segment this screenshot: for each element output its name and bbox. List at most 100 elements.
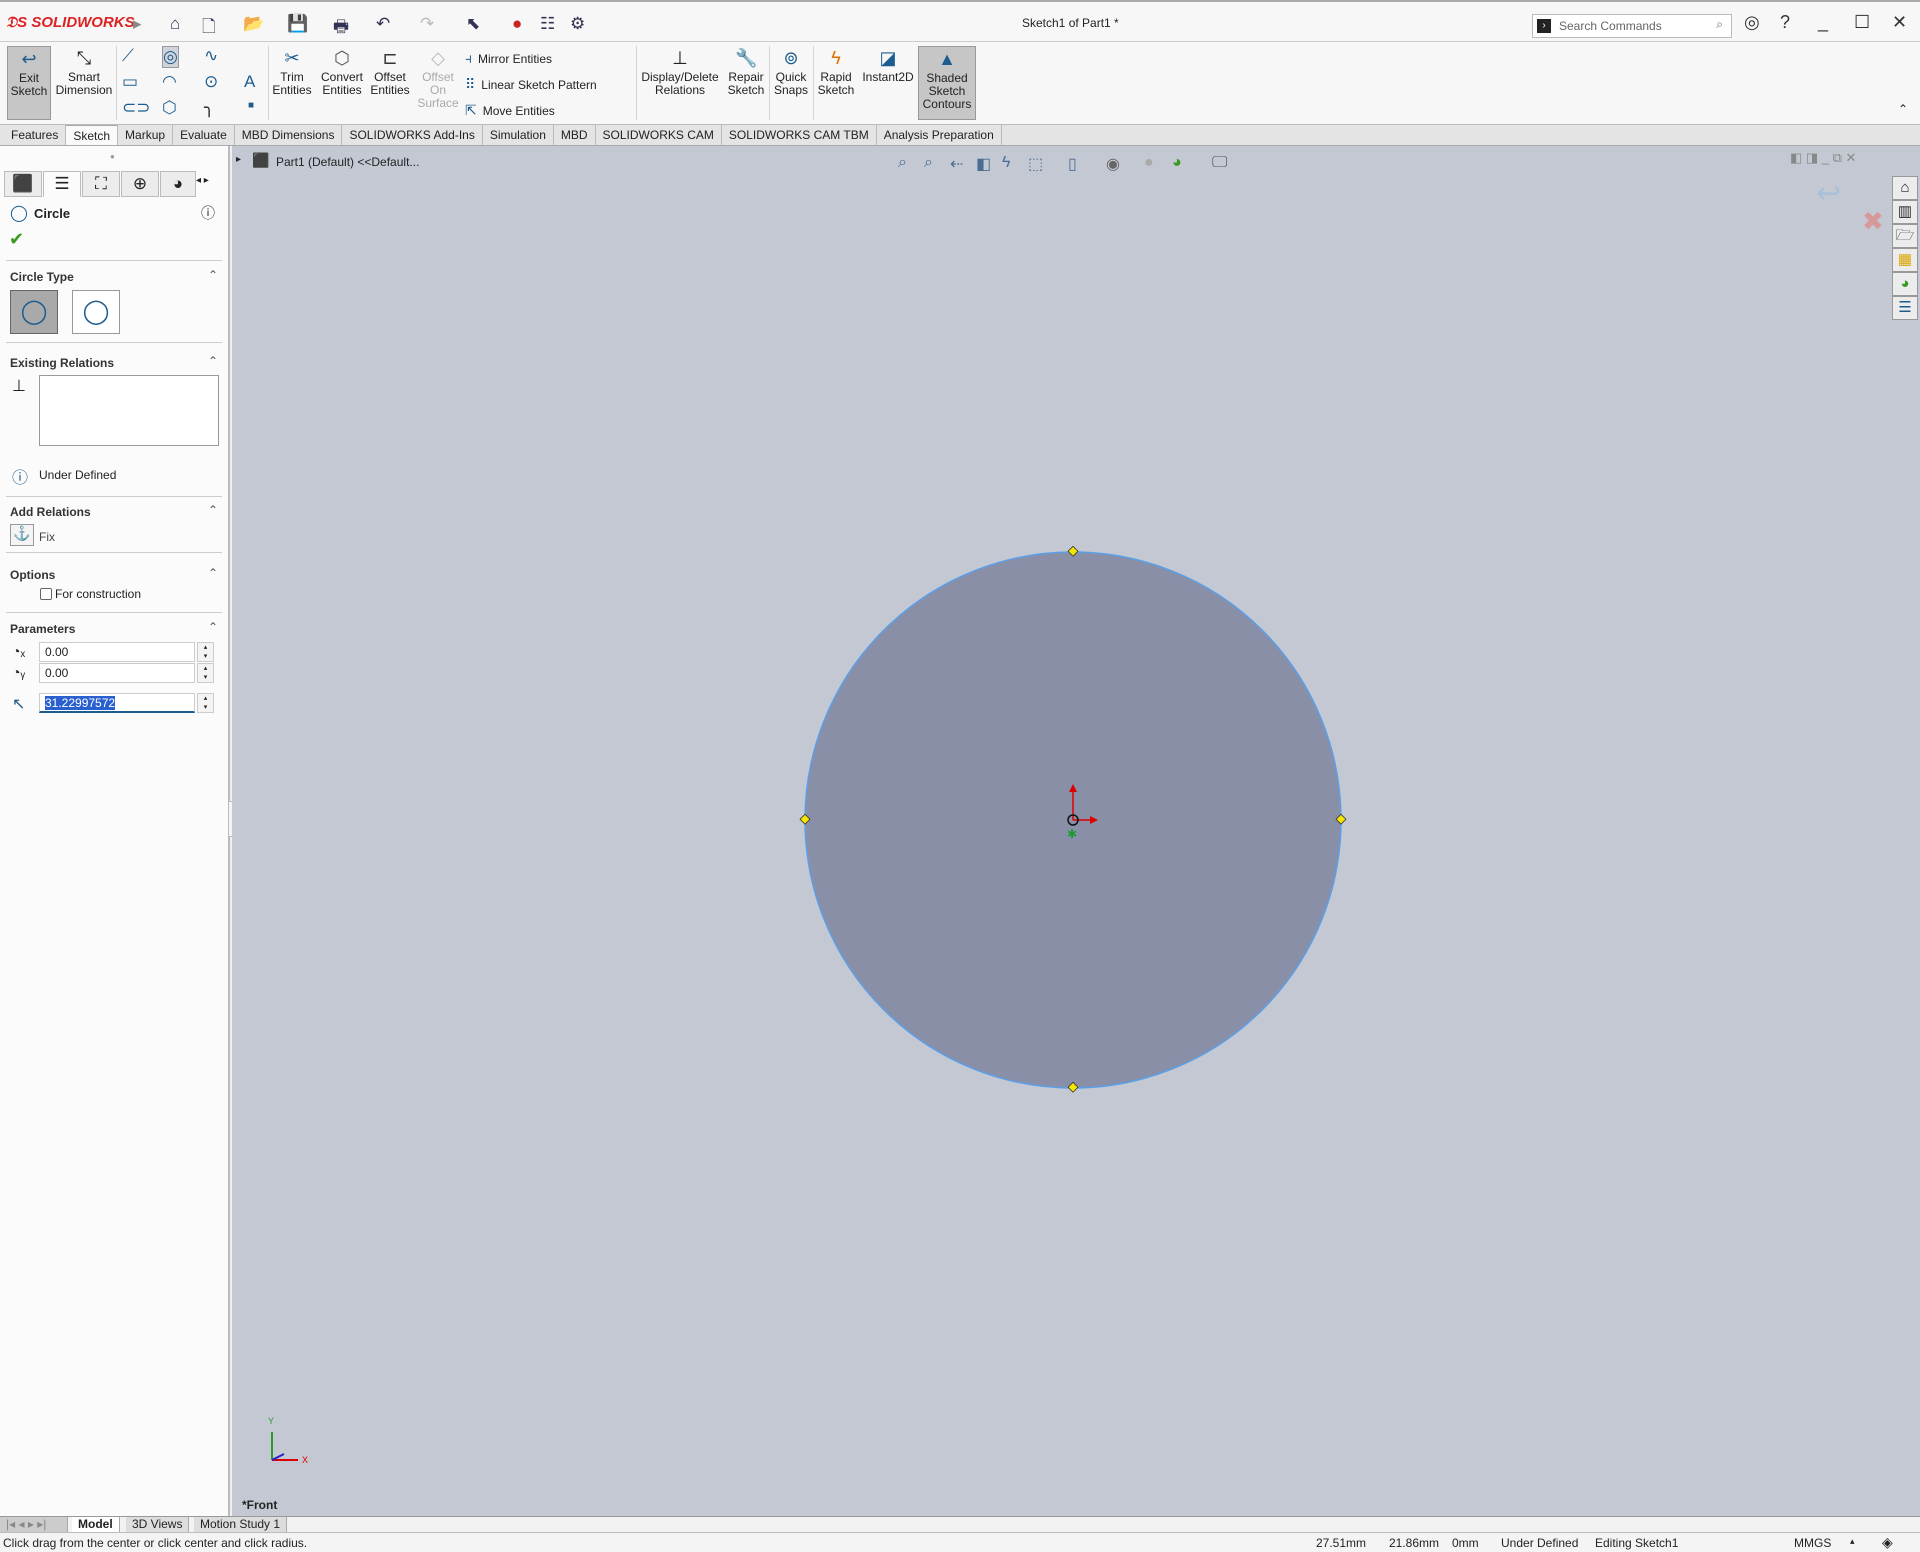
- search-icon[interactable]: ⌕: [1716, 17, 1723, 32]
- collapse-chevron-icon[interactable]: ⌃: [208, 354, 218, 368]
- file-properties-icon[interactable]: ☷: [540, 14, 555, 34]
- search-commands-input[interactable]: › Search Commands ⌕: [1532, 14, 1732, 38]
- tab-3d-views[interactable]: 3D Views: [126, 1517, 190, 1532]
- minimize-button[interactable]: _: [1818, 12, 1828, 33]
- tab-sketch[interactable]: Sketch: [66, 125, 119, 145]
- ok-checkmark-button[interactable]: ✔: [9, 229, 24, 250]
- rapid-sketch-button[interactable]: ϟ Rapid Sketch: [816, 46, 856, 97]
- radius-input[interactable]: 31.22997572: [39, 693, 195, 713]
- collapse-chevron-icon[interactable]: ⌃: [208, 620, 218, 634]
- radius-spinner[interactable]: ▴ ▾: [197, 693, 214, 713]
- open-icon[interactable]: 📂: [243, 14, 264, 34]
- text-icon[interactable]: A: [244, 72, 255, 92]
- expand-menu-icon[interactable]: ▸: [133, 14, 142, 34]
- undo-icon[interactable]: ↶: [376, 14, 390, 34]
- relations-icon: ⊥: [12, 378, 26, 395]
- tab-solidworks-add-ins[interactable]: SOLIDWORKS Add-Ins: [342, 125, 483, 145]
- tab-property-manager[interactable]: ☰: [43, 171, 81, 197]
- tooltip-toggle-icon[interactable]: ◈: [1882, 1534, 1893, 1551]
- for-construction-label: For construction: [55, 587, 142, 601]
- solidworks-logo[interactable]: 𝔇S SOLIDWORKS: [6, 14, 135, 31]
- convert-entities-button[interactable]: ⬡ Convert Entities: [318, 46, 366, 97]
- tab-display-manager[interactable]: ◕: [160, 171, 196, 197]
- help-icon[interactable]: ?: [1780, 12, 1790, 33]
- smart-dimension-button[interactable]: ⤡ Smart Dimension: [54, 46, 114, 97]
- center-y-spinner[interactable]: ▴ ▾: [197, 663, 214, 683]
- arc-icon[interactable]: ◠: [162, 72, 177, 92]
- move-entities-button[interactable]: ⇱ Move Entities: [465, 102, 555, 119]
- tab-dimxpert[interactable]: ⊕: [121, 171, 159, 197]
- center-x-input[interactable]: 0.00: [39, 642, 195, 662]
- tab-configuration-manager[interactable]: ⛶: [82, 171, 120, 197]
- tab-scroll-arrows[interactable]: |◂ ◂ ▸ ▸|: [0, 1517, 68, 1532]
- help-icon[interactable]: ⓘ: [201, 203, 215, 223]
- save-icon[interactable]: 💾: [287, 14, 308, 34]
- rectangle-icon[interactable]: ▭: [122, 72, 138, 92]
- tab-model[interactable]: Model: [72, 1517, 120, 1532]
- unit-system-selector[interactable]: MMGS: [1794, 1536, 1831, 1550]
- mirror-entities-button[interactable]: ⫞ Mirror Entities: [465, 50, 552, 67]
- slot-icon[interactable]: ⊂⊃: [122, 98, 151, 118]
- offset-entities-button[interactable]: ⊏ Offset Entities: [368, 46, 412, 97]
- graphics-area[interactable]: ▸ ⬛ Part1 (Default) <<Default... ⌕ ⌕ ⇠ ◧…: [232, 146, 1920, 1516]
- for-construction-checkbox[interactable]: [40, 588, 52, 600]
- circle-icon[interactable]: ◎: [162, 46, 179, 68]
- tab-simulation[interactable]: Simulation: [482, 125, 554, 145]
- tab-analysis-preparation[interactable]: Analysis Preparation: [876, 125, 1002, 145]
- point-icon[interactable]: ■: [248, 100, 254, 111]
- fix-relation-button[interactable]: ⚓: [10, 524, 34, 546]
- collapse-ribbon-icon[interactable]: ⌃: [1898, 102, 1908, 116]
- home-icon[interactable]: ⌂: [170, 14, 180, 34]
- tab-features[interactable]: Features: [4, 125, 67, 145]
- center-radius-circle-button[interactable]: ◯: [10, 290, 58, 334]
- new-document-icon[interactable]: 🗋: [202, 14, 216, 43]
- fix-label: Fix: [39, 530, 55, 544]
- collapse-chevron-icon[interactable]: ⌃: [208, 503, 218, 517]
- linear-sketch-pattern-button[interactable]: ⠿ Linear Sketch Pattern: [465, 76, 597, 93]
- options-gear-icon[interactable]: ⚙: [570, 14, 585, 34]
- rebuild-icon[interactable]: ●: [512, 14, 522, 34]
- collapse-chevron-icon[interactable]: ⌃: [208, 268, 218, 282]
- tab-markup[interactable]: Markup: [118, 125, 174, 145]
- existing-relations-list[interactable]: [39, 375, 219, 446]
- status-y: 21.86mm: [1389, 1536, 1440, 1550]
- svg-text:X: X: [302, 1455, 308, 1465]
- polygon-icon[interactable]: ⬡: [162, 98, 177, 118]
- sketch-canvas[interactable]: ✱ Y X: [232, 146, 1920, 1516]
- tab-solidworks-cam[interactable]: SOLIDWORKS CAM: [595, 125, 722, 145]
- perimeter-circle-button[interactable]: ◯: [72, 290, 120, 334]
- center-y-input[interactable]: 0.00: [39, 663, 195, 683]
- fillet-icon[interactable]: ╮: [204, 98, 214, 118]
- print-icon[interactable]: 🖶: [333, 14, 349, 43]
- tab-evaluate[interactable]: Evaluate: [173, 125, 235, 145]
- shaded-sketch-contours-button[interactable]: ▲ Shaded Sketch Contours: [918, 46, 976, 120]
- ellipse-icon[interactable]: ⊙: [204, 72, 218, 92]
- select-icon[interactable]: ⬉: [466, 14, 480, 34]
- redo-icon[interactable]: ↷: [420, 14, 434, 34]
- repair-icon: 🔧: [735, 48, 758, 68]
- repair-sketch-button[interactable]: 🔧 Repair Sketch: [724, 46, 768, 97]
- quick-snaps-button[interactable]: ⊚ Quick Snaps: [772, 46, 810, 97]
- trim-entities-button[interactable]: ✂ Trim Entities: [270, 46, 314, 97]
- tab-feature-manager[interactable]: ⬛: [4, 171, 42, 197]
- panel-scroll-arrows[interactable]: ◂ ▸: [196, 175, 209, 186]
- status-x: 27.51mm: [1316, 1536, 1367, 1550]
- collapse-chevron-icon[interactable]: ⌃: [208, 566, 218, 580]
- tab-motion-study[interactable]: Motion Study 1: [194, 1517, 288, 1532]
- panel-grip[interactable]: ●: [110, 152, 115, 161]
- account-icon[interactable]: ◎: [1744, 12, 1760, 33]
- tab-mbd-dimensions[interactable]: MBD Dimensions: [234, 125, 343, 145]
- display-delete-relations-button[interactable]: ⊥ Display/Delete Relations: [640, 46, 720, 97]
- spline-icon[interactable]: ∿: [204, 46, 218, 66]
- maximize-button[interactable]: ☐: [1854, 12, 1870, 33]
- offset-on-surface-button[interactable]: ◇ Offset On Surface: [416, 46, 460, 110]
- instant2d-button[interactable]: ◪ Instant2D: [860, 46, 916, 84]
- tab-solidworks-cam-tbm[interactable]: SOLIDWORKS CAM TBM: [721, 125, 877, 145]
- center-x-spinner[interactable]: ▴ ▾: [197, 642, 214, 662]
- existing-relations-heading: Existing Relations: [10, 356, 115, 370]
- exit-sketch-button[interactable]: ↩ Exit Sketch: [7, 46, 51, 120]
- unit-menu-arrow-icon[interactable]: ▴: [1850, 1536, 1855, 1547]
- close-button[interactable]: ✕: [1892, 12, 1907, 33]
- line-icon[interactable]: ⟋: [122, 46, 134, 66]
- tab-mbd[interactable]: MBD: [553, 125, 596, 145]
